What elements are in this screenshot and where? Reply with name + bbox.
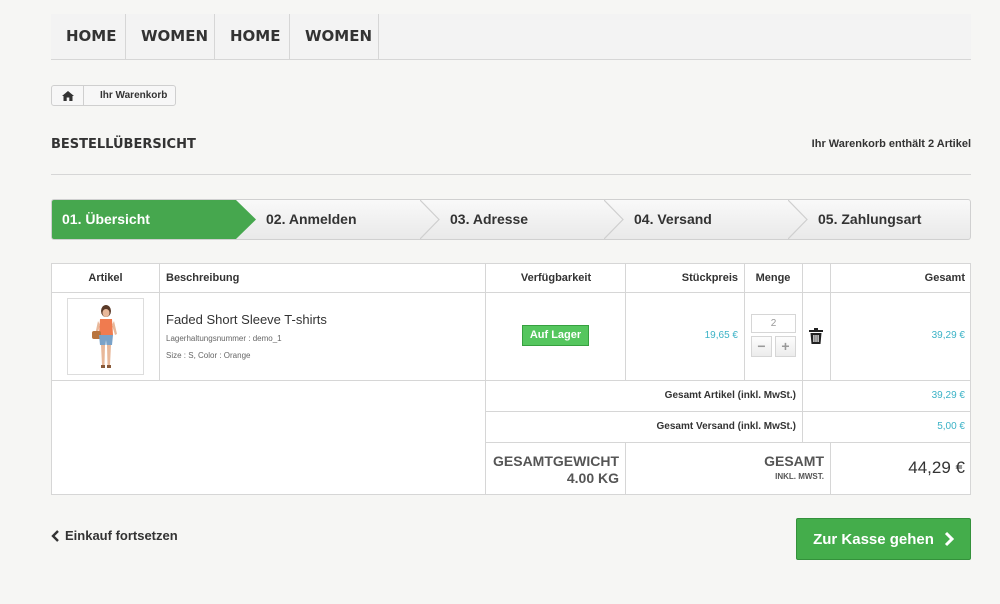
grand-total-label: GESAMT [764,453,824,469]
cart-count: Ihr Warenkorb enthält 2 Artikel [811,138,971,150]
checkout-label: Zur Kasse gehen [813,530,934,548]
nav-item-women[interactable]: WOMEN [126,14,215,59]
nav-item-women-2[interactable]: WOMEN [290,14,379,59]
step-address[interactable]: 03. Adresse [450,200,528,239]
minus-icon: − [757,338,766,354]
continue-shopping-link[interactable]: Einkauf fortsetzen [51,528,178,543]
breadcrumb-home[interactable] [52,86,84,105]
product-attributes[interactable]: Size : S, Color : Orange [166,351,250,360]
nav-item-home-2[interactable]: HOME [215,14,290,59]
plus-icon: + [781,338,790,354]
step-arrow-3 [604,200,624,239]
chevron-left-icon [51,529,59,542]
col-divider [159,264,160,381]
weight-value: 4.00 KG [566,470,619,486]
step-arrow-2 [420,200,440,239]
header-total: Gesamt [924,272,965,284]
step-payment[interactable]: 05. Zahlungsart [818,200,921,239]
checkout-steps: 01. Übersicht 02. Anmelden 03. Adresse 0… [51,199,971,240]
col-divider [625,264,626,381]
step-arrow-4 [788,200,808,239]
nav-item-home[interactable]: HOME [51,14,126,59]
header-unit-price: Stückpreis [681,272,738,284]
trash-icon[interactable] [809,328,823,344]
row-divider [485,411,970,412]
step-shipping[interactable]: 04. Versand [634,200,712,239]
step-login[interactable]: 02. Anmelden [266,200,357,239]
product-photo [92,305,117,368]
quantity-increase-button[interactable]: + [775,336,796,357]
product-reference: Lagerhaltungsnummer : demo_1 [166,334,282,343]
products-total-value: 39,29 € [931,390,965,401]
shipping-total-value: 5,00 € [937,421,965,432]
col-divider [830,442,831,494]
header-description: Beschreibung [166,272,240,284]
step-arrow-1 [236,200,256,239]
breadcrumb: Ihr Warenkorb [51,85,177,106]
page-title: BESTELLÜBERSICHT [51,137,196,152]
product-total: 39,29 € [931,330,965,341]
products-total-label: Gesamt Artikel (inkl. MwSt.) [664,390,796,401]
weight-label: GESAMTGEWICHT [493,453,619,469]
product-name[interactable]: Faded Short Sleeve T-shirts [166,312,327,327]
header-item: Artikel [88,272,123,284]
quantity-input[interactable]: 2 [751,314,796,333]
grand-total-value: 44,29 € [908,458,965,477]
divider [51,174,971,175]
shipping-total-label: Gesamt Versand (inkl. MwSt.) [656,421,796,432]
step-overview: 01. Übersicht [52,200,236,239]
grand-total-sublabel: INKL. MWST. [775,472,824,481]
availability-badge: Auf Lager [522,325,589,346]
unit-price: 19,65 € [704,330,738,341]
header-availability: Verfügbarkeit [520,272,592,284]
cart-table: Artikel Beschreibung Verfügbarkeit Stück… [51,263,971,495]
header-quantity: Menge [755,272,791,284]
col-divider [830,264,831,381]
checkout-button[interactable]: Zur Kasse gehen [796,518,971,560]
home-icon [61,90,74,101]
breadcrumb-current: Ihr Warenkorb [100,90,168,101]
quantity-decrease-button[interactable]: − [751,336,772,357]
row-divider [485,442,970,443]
col-divider [744,264,745,381]
row-divider [52,380,970,381]
col-divider [802,264,803,442]
row-divider [52,292,970,293]
product-image[interactable] [67,298,144,375]
top-nav: HOME WOMEN HOME WOMEN [51,14,971,60]
chevron-right-icon [944,531,954,547]
continue-shopping-label: Einkauf fortsetzen [65,528,178,543]
